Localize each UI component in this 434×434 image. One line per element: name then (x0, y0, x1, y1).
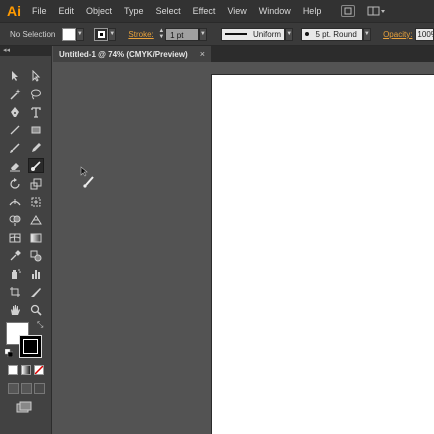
menu-effect[interactable]: Effect (187, 0, 222, 22)
color-mode-icon[interactable] (8, 365, 18, 375)
opacity-field[interactable]: 100% (415, 27, 434, 41)
app-logo: Ai (7, 3, 21, 19)
blend-tool-icon[interactable] (28, 248, 44, 263)
menu-window[interactable]: Window (253, 0, 297, 22)
slice-tool-icon[interactable] (28, 284, 44, 299)
stroke-label[interactable]: Stroke: (128, 30, 153, 39)
magic-wand-tool-icon[interactable] (7, 86, 23, 101)
variable-width-profile-select[interactable]: Uniform (221, 27, 286, 41)
profile-dropdown-arrow[interactable]: ▼ (285, 27, 294, 41)
document-tab[interactable]: Untitled-1 @ 74% (CMYK/Preview) × (53, 46, 211, 62)
brush-label: 5 pt. Round (315, 29, 357, 39)
gradient-mode-icon[interactable] (21, 365, 31, 375)
menu-object[interactable]: Object (80, 0, 118, 22)
draw-behind-icon[interactable] (21, 383, 32, 394)
shape-builder-tool-icon[interactable] (7, 212, 23, 227)
mesh-tool-icon[interactable] (7, 230, 23, 245)
type-tool-icon[interactable] (28, 104, 44, 119)
menu-edit[interactable]: Edit (53, 0, 81, 22)
draw-inside-icon[interactable] (34, 383, 45, 394)
rectangle-tool-icon[interactable] (28, 122, 44, 137)
draw-normal-icon[interactable] (8, 383, 19, 394)
close-icon[interactable]: × (200, 49, 205, 59)
document-tab-title: Untitled-1 @ 74% (CMYK/Preview) (59, 49, 188, 59)
brush-dropdown-arrow[interactable]: ▼ (362, 27, 372, 41)
menu-select[interactable]: Select (150, 0, 187, 22)
stroke-weight-dropdown-arrow[interactable]: ▼ (198, 27, 208, 41)
direct-selection-tool-icon[interactable] (28, 68, 44, 83)
screen-mode-icon[interactable] (16, 401, 32, 413)
rotate-tool-icon[interactable] (7, 176, 23, 191)
opacity-label[interactable]: Opacity: (383, 30, 412, 39)
scale-tool-icon[interactable] (28, 176, 44, 191)
zoom-tool-icon[interactable] (28, 302, 44, 317)
profile-label: Uniform (253, 29, 282, 39)
profile-line-preview (225, 33, 248, 35)
tools-panel: ⤡ (0, 56, 52, 434)
artboard[interactable] (211, 74, 434, 434)
menu-bar: Ai File Edit Object Type Select Effect V… (0, 0, 434, 22)
free-transform-tool-icon[interactable] (28, 194, 44, 209)
selection-status: No Selection (10, 29, 56, 39)
none-mode-icon[interactable] (34, 365, 44, 375)
stroke-color-box[interactable] (19, 335, 42, 358)
pen-tool-icon[interactable] (7, 104, 23, 119)
canvas-area[interactable] (53, 62, 434, 434)
selection-tool-icon[interactable] (7, 68, 23, 83)
tools-panel-header[interactable]: ◂◂ (0, 46, 52, 56)
swap-fill-stroke-icon[interactable]: ⤡ (37, 320, 43, 330)
menu-help[interactable]: Help (297, 0, 328, 22)
paintbrush-tool-icon[interactable] (7, 140, 23, 155)
eraser-tool-icon[interactable] (7, 158, 23, 173)
perspective-grid-tool-icon[interactable] (28, 212, 44, 227)
stroke-weight-field[interactable]: 1 pt (165, 27, 199, 41)
blob-brush-tool-icon[interactable] (28, 158, 44, 173)
column-graph-tool-icon[interactable] (28, 266, 44, 281)
lasso-tool-icon[interactable] (28, 86, 44, 101)
stroke-weight-spinner[interactable]: ▲ ▼ (158, 28, 165, 41)
symbol-sprayer-tool-icon[interactable] (7, 266, 23, 281)
line-segment-tool-icon[interactable] (7, 122, 23, 137)
hand-tool-icon[interactable] (7, 302, 23, 317)
gradient-tool-icon[interactable] (28, 230, 44, 245)
menu-file[interactable]: File (26, 0, 53, 22)
width-tool-icon[interactable] (7, 194, 23, 209)
default-fill-stroke-icon[interactable] (5, 349, 13, 357)
menu-view[interactable]: View (221, 0, 252, 22)
stroke-color-dropdown-arrow[interactable]: ▼ (107, 27, 117, 41)
pencil-tool-icon[interactable] (28, 140, 44, 155)
brush-dot-icon (305, 32, 310, 36)
control-bar: No Selection ▼ ▼ Stroke: ▲ ▼ 1 pt ▼ Unifo… (0, 22, 434, 46)
eyedropper-tool-icon[interactable] (7, 248, 23, 263)
bridge-icon[interactable] (341, 5, 356, 17)
artboard-tool-icon[interactable] (7, 284, 23, 299)
brush-definition-select[interactable]: 5 pt. Round (301, 27, 363, 41)
arrange-documents-icon[interactable] (367, 5, 391, 17)
document-tab-bar: Untitled-1 @ 74% (CMYK/Preview) × (53, 46, 434, 62)
menu-type[interactable]: Type (118, 0, 150, 22)
fill-color-swatch[interactable] (61, 27, 76, 41)
stroke-color-swatch[interactable] (94, 27, 108, 41)
blob-brush-cursor-icon (80, 166, 94, 188)
fill-dropdown-arrow[interactable]: ▼ (75, 27, 85, 41)
